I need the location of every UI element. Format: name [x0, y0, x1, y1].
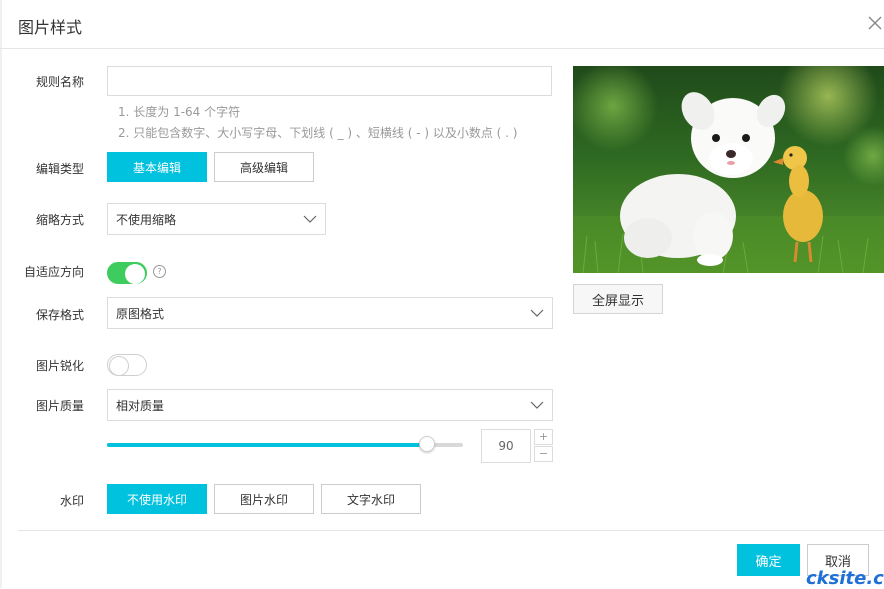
chevron-down-icon: [303, 215, 317, 223]
save-format-label: 保存格式: [36, 308, 85, 322]
fullscreen-button[interactable]: 全屏显示: [573, 284, 663, 314]
save-format-select[interactable]: 原图格式: [107, 297, 553, 329]
text-watermark-label: 文字水印: [346, 492, 395, 507]
cancel-label: 取消: [824, 554, 851, 570]
toggle-knob: [109, 356, 129, 376]
hint-length: 1. 长度为 1-64 个字符: [118, 105, 241, 119]
quality-label: 图片质量: [36, 399, 85, 413]
fullscreen-label: 全屏显示: [591, 293, 644, 309]
no-watermark-label: 不使用水印: [126, 492, 187, 507]
dialog-header: 图片样式: [0, 0, 884, 49]
resize-select[interactable]: 不使用缩略: [107, 203, 326, 235]
dialog-title: 图片样式: [18, 18, 83, 37]
basic-edit-button[interactable]: 基本编辑: [107, 152, 207, 182]
image-style-dialog: 图片样式 规则名称 1. 长度为 1-64 个字符 2. 只能包含数字、大小写字…: [0, 0, 884, 589]
quality-slider[interactable]: [107, 436, 463, 452]
image-watermark-button[interactable]: 图片水印: [214, 484, 314, 514]
basic-edit-label: 基本编辑: [132, 160, 181, 175]
confirm-button[interactable]: 确定: [737, 544, 800, 576]
hint-chars: 2. 只能包含数字、大小写字母、下划线 ( _ ) 、短横线 ( - ) 以及小…: [118, 126, 518, 140]
auto-orient-label: 自适应方向: [24, 265, 85, 279]
image-watermark-label: 图片水印: [239, 492, 288, 507]
watermark-label: 水印: [60, 494, 85, 508]
footer-divider: [18, 530, 884, 531]
site-watermark: cksite.cn: [806, 568, 884, 589]
close-icon: [868, 16, 882, 30]
toggle-knob: [125, 264, 145, 284]
rule-name-label: 规则名称: [36, 75, 85, 89]
close-button[interactable]: [866, 13, 884, 33]
save-format-value: 原图格式: [116, 306, 165, 321]
text-watermark-button[interactable]: 文字水印: [321, 484, 421, 514]
resize-value: 不使用缩略: [116, 212, 177, 227]
sharpen-toggle[interactable]: [107, 354, 147, 376]
auto-orient-toggle[interactable]: [107, 262, 147, 284]
rule-name-input[interactable]: [107, 66, 552, 96]
advanced-edit-button[interactable]: 高级编辑: [214, 152, 314, 182]
preview-image: [573, 66, 884, 273]
help-icon[interactable]: ?: [153, 265, 166, 278]
confirm-label: 确定: [755, 554, 782, 570]
quality-decrease-button[interactable]: −: [534, 446, 553, 462]
quality-increase-button[interactable]: +: [534, 429, 553, 445]
quality-slider-fill: [107, 443, 427, 447]
quality-slider-handle[interactable]: [419, 436, 435, 452]
resize-label: 缩略方式: [36, 213, 85, 227]
quality-select[interactable]: 相对质量: [107, 389, 553, 421]
quality-value: 相对质量: [116, 398, 165, 413]
chevron-down-icon: [530, 401, 544, 409]
edit-type-label: 编辑类型: [36, 162, 85, 176]
advanced-edit-label: 高级编辑: [239, 160, 288, 175]
sharpen-label: 图片锐化: [36, 359, 85, 373]
chevron-down-icon: [530, 309, 544, 317]
no-watermark-button[interactable]: 不使用水印: [107, 484, 207, 514]
left-edge: [0, 0, 2, 588]
quality-number-input[interactable]: [481, 429, 531, 463]
